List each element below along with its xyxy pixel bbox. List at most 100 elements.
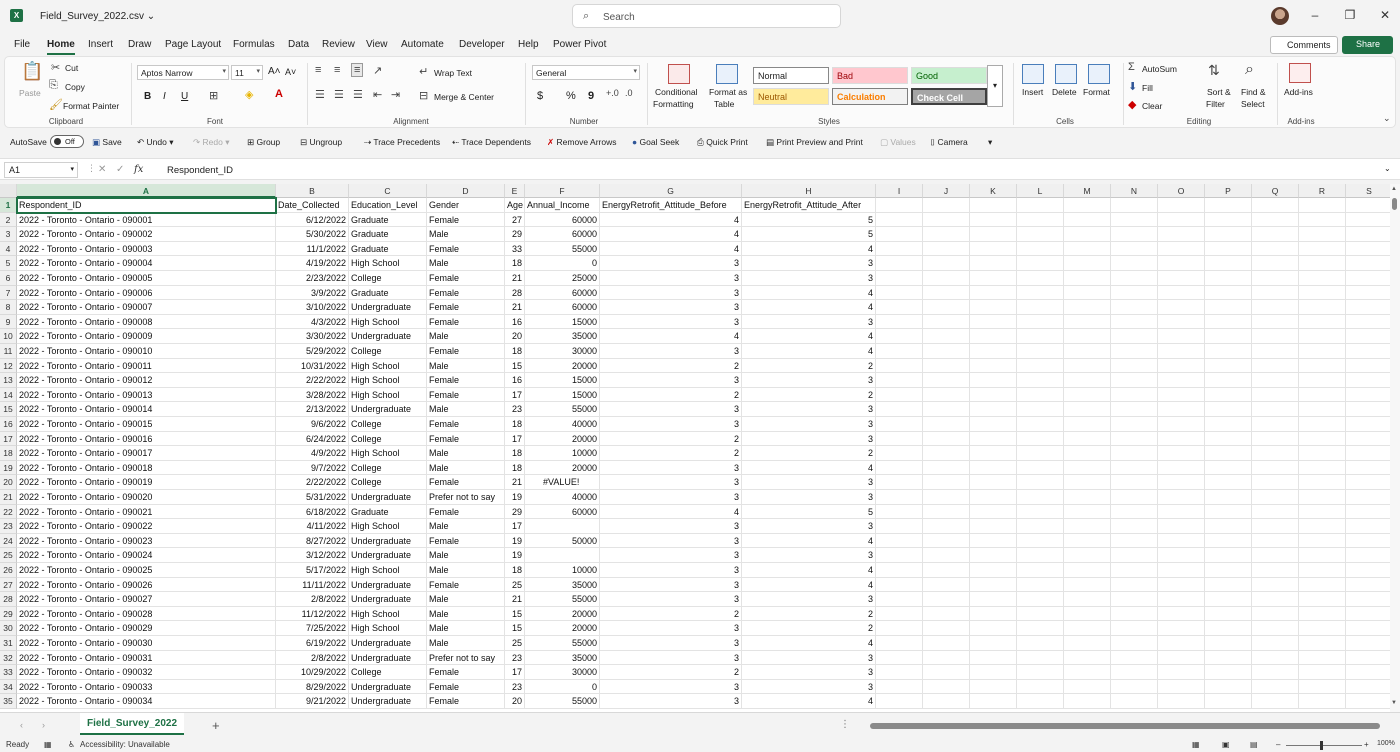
- header-cell[interactable]: [1299, 198, 1346, 213]
- table-cell[interactable]: [970, 592, 1017, 607]
- table-cell[interactable]: [970, 650, 1017, 666]
- row-header[interactable]: 18: [0, 446, 17, 461]
- row-header[interactable]: 14: [0, 387, 17, 403]
- table-cell[interactable]: [1346, 651, 1390, 666]
- table-cell[interactable]: [1111, 650, 1158, 666]
- table-cell[interactable]: Graduate: [349, 241, 427, 257]
- table-cell[interactable]: [970, 314, 1017, 330]
- header-cell[interactable]: Annual_Income: [525, 198, 600, 213]
- table-cell[interactable]: [1252, 431, 1299, 447]
- table-cell[interactable]: [970, 446, 1017, 461]
- table-cell[interactable]: 35000: [525, 650, 600, 666]
- row-header[interactable]: 4: [0, 241, 17, 257]
- table-cell[interactable]: [1158, 548, 1205, 563]
- find-select-label-1[interactable]: Find &: [1241, 87, 1266, 97]
- table-cell[interactable]: [1111, 241, 1158, 257]
- table-cell[interactable]: 20000: [525, 606, 600, 622]
- table-cell[interactable]: [1205, 358, 1252, 374]
- borders-icon[interactable]: ⊞: [209, 89, 218, 102]
- table-cell[interactable]: Prefer not to say: [427, 650, 505, 666]
- row-header[interactable]: 8: [0, 300, 17, 315]
- table-cell[interactable]: [1346, 213, 1390, 228]
- table-cell[interactable]: 6/19/2022: [276, 636, 349, 651]
- table-cell[interactable]: [923, 577, 970, 593]
- table-cell[interactable]: [1111, 548, 1158, 563]
- table-cell[interactable]: College: [349, 344, 427, 359]
- header-cell[interactable]: [1205, 198, 1252, 213]
- row-header[interactable]: 30: [0, 621, 17, 636]
- table-cell[interactable]: [1064, 256, 1111, 271]
- table-cell[interactable]: 6/12/2022: [276, 212, 349, 228]
- table-cell[interactable]: 2022 - Toronto - Ontario - 090009: [17, 329, 276, 344]
- table-cell[interactable]: 2022 - Toronto - Ontario - 090031: [17, 650, 276, 666]
- table-cell[interactable]: 5/29/2022: [276, 344, 349, 359]
- autosave-toggle[interactable]: Off: [50, 135, 84, 148]
- table-cell[interactable]: [1064, 694, 1111, 709]
- header-cell[interactable]: [1252, 198, 1299, 213]
- table-cell[interactable]: 4: [600, 227, 742, 242]
- table-cell[interactable]: Male: [427, 227, 505, 242]
- table-cell[interactable]: [876, 650, 923, 666]
- table-cell[interactable]: High School: [349, 446, 427, 461]
- table-cell[interactable]: [923, 621, 970, 636]
- table-cell[interactable]: [923, 256, 970, 271]
- tab-view[interactable]: View: [366, 39, 388, 50]
- table-cell[interactable]: [1158, 402, 1205, 417]
- table-cell[interactable]: Male: [427, 621, 505, 636]
- row-header[interactable]: 20: [0, 475, 17, 490]
- table-cell[interactable]: [1346, 359, 1390, 374]
- tab-split-handle-icon[interactable]: ⋮: [840, 719, 850, 730]
- table-cell[interactable]: [1205, 300, 1252, 315]
- table-cell[interactable]: 15: [505, 358, 525, 374]
- table-cell[interactable]: 60000: [525, 504, 600, 520]
- currency-button[interactable]: $: [537, 90, 543, 102]
- table-cell[interactable]: [1017, 373, 1064, 388]
- table-cell[interactable]: 4: [600, 504, 742, 520]
- table-cell[interactable]: [1158, 358, 1205, 374]
- table-cell[interactable]: 23: [505, 402, 525, 417]
- table-cell[interactable]: [923, 241, 970, 257]
- table-cell[interactable]: 25000: [525, 271, 600, 286]
- table-cell[interactable]: [970, 271, 1017, 286]
- header-cell[interactable]: [1346, 198, 1390, 213]
- table-cell[interactable]: Undergraduate: [349, 679, 427, 695]
- table-cell[interactable]: [1064, 344, 1111, 359]
- add-sheet-button[interactable]: +: [212, 718, 220, 733]
- table-cell[interactable]: [1205, 650, 1252, 666]
- table-cell[interactable]: [970, 475, 1017, 490]
- percent-button[interactable]: %: [566, 90, 576, 102]
- table-cell[interactable]: 4: [742, 533, 876, 549]
- table-cell[interactable]: [876, 300, 923, 315]
- table-cell[interactable]: [923, 300, 970, 315]
- table-cell[interactable]: [970, 402, 1017, 417]
- table-cell[interactable]: [1346, 563, 1390, 578]
- table-cell[interactable]: 3: [742, 402, 876, 417]
- table-cell[interactable]: [1111, 533, 1158, 549]
- table-cell[interactable]: 10/31/2022: [276, 358, 349, 374]
- table-cell[interactable]: [1111, 227, 1158, 242]
- table-cell[interactable]: [1158, 227, 1205, 242]
- table-cell[interactable]: 15000: [525, 387, 600, 403]
- column-header-n[interactable]: N: [1111, 184, 1158, 198]
- header-cell[interactable]: [1017, 198, 1064, 213]
- header-cell[interactable]: EnergyRetrofit_Attitude_Before: [600, 198, 742, 213]
- column-header-p[interactable]: P: [1205, 184, 1252, 198]
- row-header[interactable]: 7: [0, 285, 17, 301]
- table-cell[interactable]: [1158, 387, 1205, 403]
- table-cell[interactable]: 2022 - Toronto - Ontario - 090020: [17, 490, 276, 505]
- table-cell[interactable]: [1346, 446, 1390, 461]
- table-cell[interactable]: [1064, 533, 1111, 549]
- table-cell[interactable]: [876, 679, 923, 695]
- table-cell[interactable]: 2022 - Toronto - Ontario - 090023: [17, 533, 276, 549]
- table-cell[interactable]: [1299, 563, 1346, 578]
- table-cell[interactable]: 8/27/2022: [276, 533, 349, 549]
- table-cell[interactable]: 4: [742, 636, 876, 651]
- table-cell[interactable]: [1111, 679, 1158, 695]
- table-cell[interactable]: [1299, 387, 1346, 403]
- table-cell[interactable]: 2/8/2022: [276, 650, 349, 666]
- table-cell[interactable]: [1158, 592, 1205, 607]
- table-cell[interactable]: [1017, 446, 1064, 461]
- table-cell[interactable]: 28: [505, 285, 525, 301]
- table-cell[interactable]: [1346, 256, 1390, 271]
- table-cell[interactable]: 3/28/2022: [276, 387, 349, 403]
